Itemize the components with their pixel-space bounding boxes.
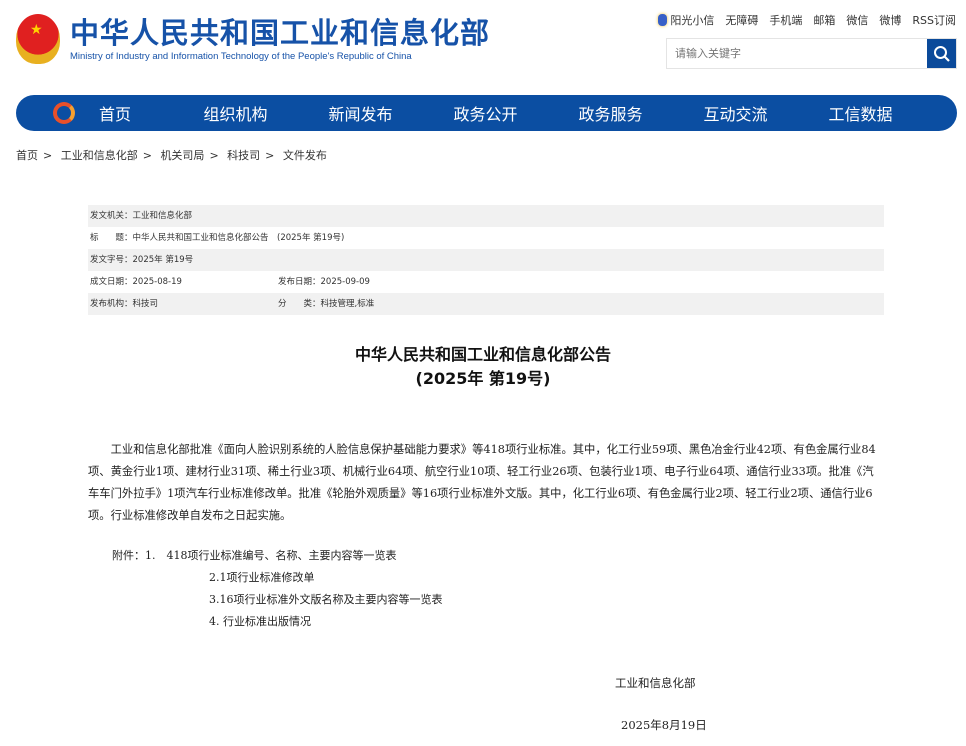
link-wechat[interactable]: 微信 [846,12,868,28]
meta-label: 发文字号： [90,255,133,265]
breadcrumb-item[interactable]: 首页 [16,149,38,162]
document-meta-table: 发文机关： 工业和信息化部 标 题： 中华人民共和国工业和信息化部公告 (2025年… [88,205,884,315]
sunshine-icon [658,14,668,26]
meta-label: 成文日期： [90,277,133,287]
meta-label: 发文机关： [90,211,133,221]
attachment-4[interactable]: 4. 行业标准出版情况 [112,611,443,633]
meta-published-date: 2025-09-09 [320,277,370,287]
breadcrumb-item[interactable]: 文件发布 [283,149,327,162]
meta-issuer: 工业和信息化部 [132,211,193,221]
main-nav: 首页 组织机构 新闻发布 政务公开 政务服务 互动交流 工信数据 [16,95,957,131]
link-weibo[interactable]: 微博 [879,12,901,28]
link-mail[interactable]: 邮箱 [813,12,835,28]
search-input[interactable] [667,39,927,68]
top-links: 阳光小信 无障碍 手机端 邮箱 微信 微博 RSS订阅 [658,12,956,28]
link-sunshine[interactable]: 阳光小信 [658,12,714,28]
meta-label: 分 类： [278,299,321,309]
site-title: 中华人民共和国工业和信息化部 [70,15,491,50]
nav-data[interactable]: 工信数据 [798,101,923,125]
meta-category: 科技管理,标准 [320,299,375,309]
signer: 工业和信息化部 [615,676,696,690]
search-icon [933,45,950,62]
breadcrumb: 首页 > 工业和信息化部 > 机关司局 > 科技司 > 文件发布 [16,149,327,162]
meta-org: 科技司 [132,299,159,309]
search-button[interactable] [927,39,956,68]
nav-logo-icon [53,102,75,124]
nav-government-affairs[interactable]: 政务公开 [423,101,548,125]
nav-organization[interactable]: 组织机构 [173,101,298,125]
attachment-2[interactable]: 2.1项行业标准修改单 [112,567,443,589]
nav-interaction[interactable]: 互动交流 [673,101,798,125]
meta-title: 中华人民共和国工业和信息化部公告 (2025年 第19号) [132,233,345,243]
breadcrumb-item[interactable]: 工业和信息化部 [61,149,138,162]
meta-label: 发布日期： [278,277,321,287]
breadcrumb-item[interactable]: 科技司 [227,149,260,162]
national-emblem-icon: ★ [16,14,60,64]
nav-services[interactable]: 政务服务 [548,101,673,125]
document-body: 工业和信息化部批准《面向人脸识别系统的人脸信息保护基础能力要求》等418项行业标… [88,443,876,522]
document-title-line2: (2025年 第19号) [415,369,551,388]
sign-date: 2025年8月19日 [621,718,707,732]
site-title-en: Ministry of Industry and Information Tec… [70,50,412,62]
attachments: 附件：1. 418项行业标准编号、名称、主要内容等一览表 2.1项行业标准修改单… [112,545,443,633]
meta-docno: 2025年 第19号 [132,255,194,265]
link-rss[interactable]: RSS订阅 [912,12,956,28]
breadcrumb-item[interactable]: 机关司局 [160,149,204,162]
document-title: 中华人民共和国工业和信息化部公告 (2025年 第19号) [0,343,966,391]
site-logo[interactable]: ★ 中华人民共和国工业和信息化部 Ministry of Industry an… [16,14,490,64]
nav-news[interactable]: 新闻发布 [298,101,423,125]
nav-home[interactable]: 首页 [99,101,131,125]
document-title-line1: 中华人民共和国工业和信息化部公告 [354,345,611,364]
link-accessibility[interactable]: 无障碍 [725,12,758,28]
attachment-1[interactable]: 附件：1. 418项行业标准编号、名称、主要内容等一览表 [112,545,443,567]
search-box [666,38,957,69]
meta-label: 标 题： [90,233,133,243]
attachment-3[interactable]: 3.16项行业标准外文版名称及主要内容等一览表 [112,589,443,611]
meta-written-date: 2025-08-19 [132,277,182,287]
link-mobile[interactable]: 手机端 [769,12,802,28]
meta-label: 发布机构： [90,299,133,309]
